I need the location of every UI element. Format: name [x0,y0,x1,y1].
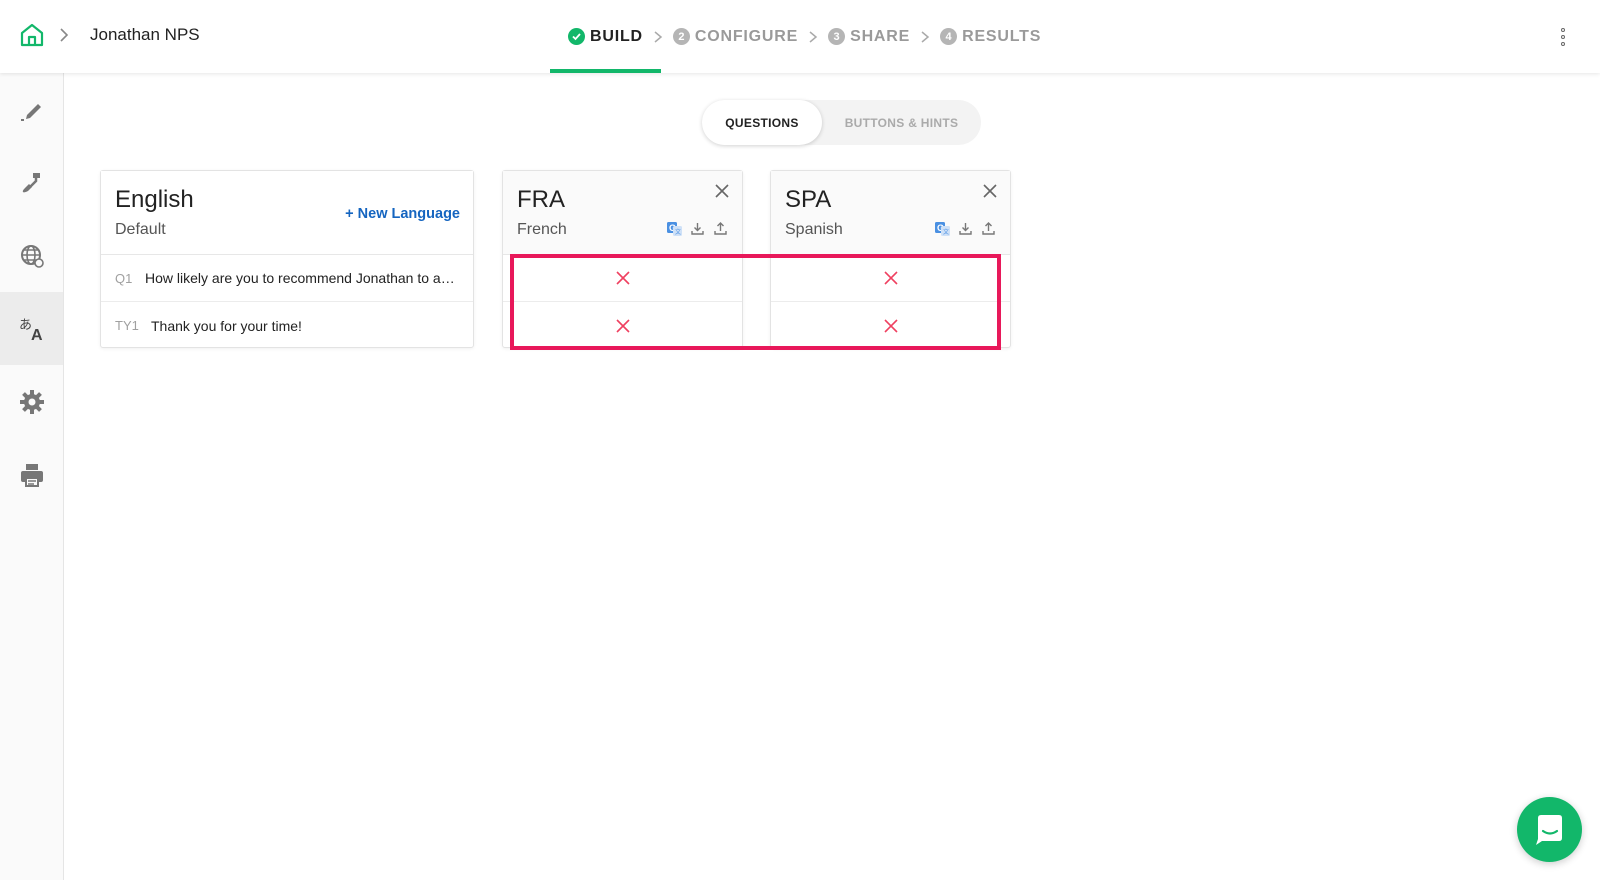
missing-translation-icon [883,271,898,285]
new-language-button[interactable]: + New Language [345,206,460,222]
translation-cell-missing[interactable] [503,255,742,302]
question-row[interactable]: Q1 How likely are you to recommend Jonat… [101,255,473,302]
language-tools: G 文 [935,221,996,236]
pencil-icon [20,103,41,121]
more-options-icon[interactable] [1553,26,1573,48]
paint-brush-icon [22,172,40,192]
sidebar-item-web[interactable] [0,219,63,292]
missing-translation-icon [615,318,630,333]
step-share[interactable]: 3 SHARE [828,0,910,73]
language-subtitle: Default [115,221,166,238]
language-tools: G 文 [667,221,728,236]
missing-translation-icon [615,271,630,285]
step-label: CONFIGURE [694,27,799,45]
chevron-right-icon [60,28,69,42]
sidebar-item-print[interactable] [0,438,63,511]
language-code: FRA [517,186,565,213]
missing-translation-icon [883,318,898,333]
sidebar-item-settings[interactable] [0,365,63,438]
chevron-right-icon [910,0,940,73]
question-id: TY1 [115,318,139,333]
question-id: Q1 [115,270,133,286]
survey-name[interactable]: Jonathan NPS [90,25,200,45]
chat-icon [1535,814,1562,845]
sidebar: あ A [0,73,64,880]
card-header: FRA French G 文 [503,171,742,255]
language-name: Spanish [785,221,843,238]
step-results[interactable]: 4 RESULTS [940,0,1041,73]
step-number: 2 [672,28,690,45]
chevron-right-icon [643,0,673,73]
tab-questions[interactable]: QUESTIONS [702,100,822,145]
step-navigation: BUILD 2 CONFIGURE 3 SHARE 4 RESULTS [550,0,1041,73]
question-text: Thank you for your time! [151,317,302,334]
step-build[interactable]: BUILD [550,0,661,73]
language-card-french: FRA French G 文 [502,170,743,348]
step-number: 3 [828,28,846,45]
step-label: BUILD [590,27,643,45]
sidebar-item-translations[interactable]: あ A [0,292,63,365]
language-name: French [517,221,567,238]
language-card-english: English Default + New Language Q1 How li… [100,170,474,348]
step-number: 4 [940,28,958,45]
auto-translate-icon[interactable]: G 文 [667,221,682,236]
question-row[interactable]: TY1 Thank you for your time! [101,302,473,349]
question-text: How likely are you to recommend Jonathan… [145,270,455,286]
chevron-right-icon [798,0,828,73]
top-bar: Jonathan NPS BUILD 2 CONFIGURE 3 SHARE 4… [0,0,1600,73]
language-title: English [115,186,194,213]
tab-buttons-hints[interactable]: BUTTONS & HINTS [822,100,981,145]
auto-translate-icon[interactable]: G 文 [935,221,950,236]
sidebar-item-theme[interactable] [0,146,63,219]
svg-text:文: 文 [675,228,681,236]
translate-icon: あ A [19,318,43,343]
language-card-spanish: SPA Spanish G 文 [770,170,1011,348]
card-header: English Default + New Language [101,171,473,255]
step-configure[interactable]: 2 CONFIGURE [672,0,799,73]
sidebar-item-design[interactable] [0,73,63,146]
close-icon[interactable] [714,183,730,199]
step-label: RESULTS [962,27,1042,45]
svg-text:文: 文 [943,228,949,236]
download-icon[interactable] [690,221,705,236]
view-toggle: QUESTIONS BUTTONS & HINTS [702,100,981,145]
chat-button[interactable] [1517,797,1582,862]
step-label: SHARE [850,27,911,45]
upload-icon[interactable] [713,221,728,236]
translation-cell-missing[interactable] [503,302,742,349]
gear-icon [19,389,44,414]
upload-icon[interactable] [981,221,996,236]
printer-icon [20,463,43,487]
close-icon[interactable] [982,183,998,199]
translation-cell-missing[interactable] [771,255,1010,302]
globe-icon [20,244,44,268]
home-icon[interactable] [19,22,45,48]
language-code: SPA [785,186,832,213]
svg-text:A: A [31,327,43,343]
translation-cell-missing[interactable] [771,302,1010,349]
check-icon [568,28,585,45]
card-header: SPA Spanish G 文 [771,171,1010,255]
download-icon[interactable] [958,221,973,236]
